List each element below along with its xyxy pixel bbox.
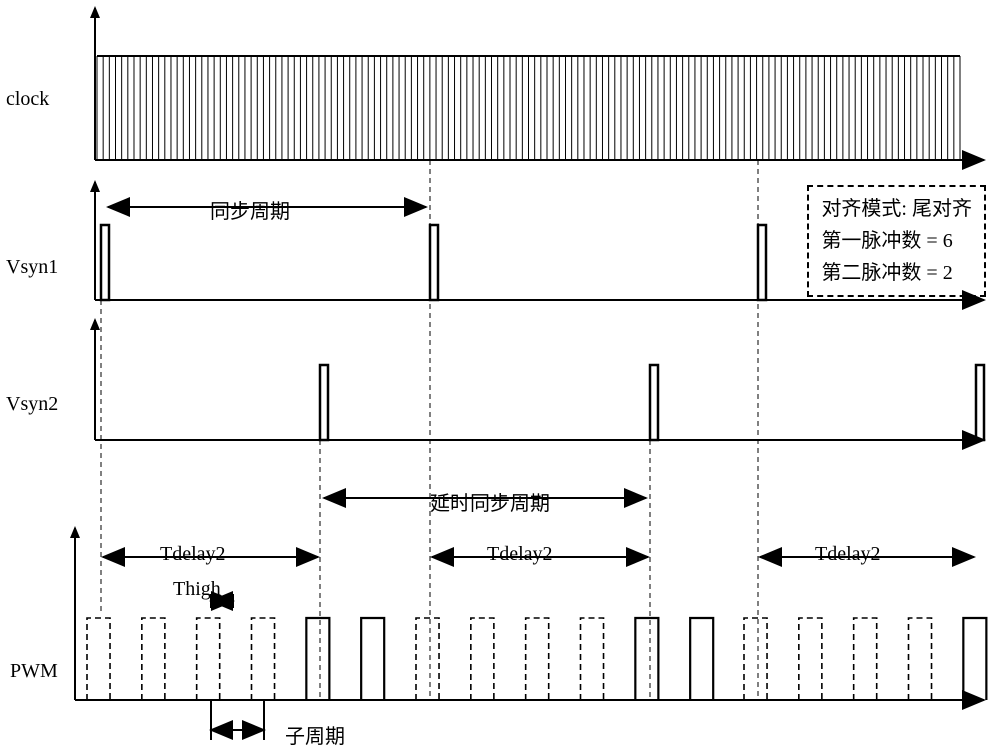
sub-period-arrow xyxy=(211,700,264,740)
vsyn1-row xyxy=(90,180,984,300)
pwm-row xyxy=(70,526,1000,700)
clock-row xyxy=(90,6,984,160)
dashed-guides-vsyn2 xyxy=(320,440,650,700)
vsyn2-row xyxy=(90,318,984,440)
thigh-arrow xyxy=(211,594,233,608)
timing-diagram-canvas: clock Vsyn1 Vsyn2 PWM 同步周期 延时同步周期 Tdelay… xyxy=(0,0,1000,755)
timing-svg xyxy=(0,0,1000,755)
